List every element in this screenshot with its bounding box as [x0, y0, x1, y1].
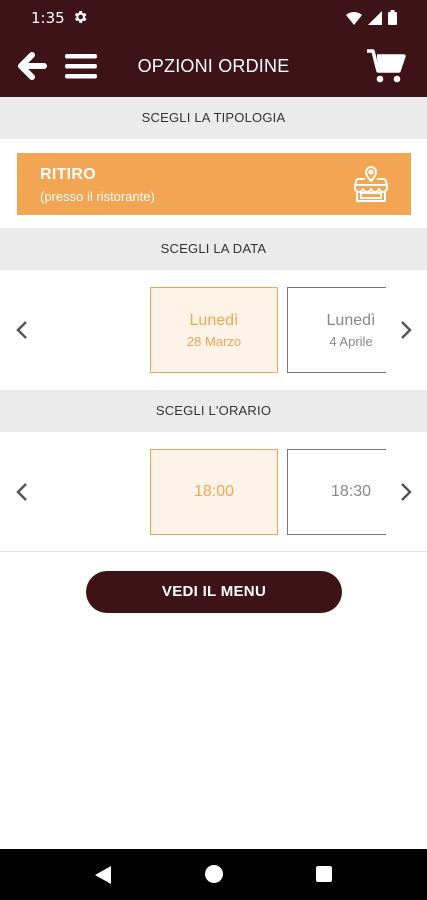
date-viewport: Lunedì 28 Marzo Lunedì 4 Aprile [150, 287, 386, 373]
time-prev-button[interactable] [10, 480, 34, 504]
order-type-title: RITIRO [40, 166, 97, 183]
date-date: 4 Aprile [329, 334, 373, 349]
system-nav-bar [0, 849, 427, 900]
wifi-icon [346, 11, 362, 25]
section-header-data: SCEGLI LA DATA [0, 228, 427, 270]
time-next-button[interactable] [394, 480, 418, 504]
signal-icon [368, 10, 382, 25]
time-carousel: 18:00 18:30 [0, 432, 427, 550]
nav-recents-icon[interactable] [316, 866, 332, 882]
hamburger-menu-icon[interactable] [63, 50, 99, 82]
app-bar: OPZIONI ORDINE [0, 36, 427, 97]
order-type-subtitle: (presso il ristorante) [40, 189, 155, 204]
time-option[interactable]: 18:30 [287, 449, 386, 535]
page-title: OPZIONI ORDINE [137, 56, 290, 76]
settings-gear-icon [74, 11, 87, 23]
chevron-right-icon [401, 483, 412, 501]
chevron-left-icon [16, 483, 27, 501]
date-option[interactable]: Lunedì 4 Aprile [287, 287, 386, 373]
view-menu-button[interactable]: VEDI IL MENU [86, 571, 342, 613]
battery-icon [388, 10, 397, 25]
chevron-right-icon [401, 321, 412, 339]
time-label: 18:30 [330, 483, 372, 500]
date-day: Lunedì [326, 312, 376, 329]
order-type-card[interactable]: RITIRO (presso il ristorante) [17, 153, 411, 215]
chevron-left-icon [16, 321, 27, 339]
status-time: 1:35 [31, 9, 65, 27]
shopping-cart-icon[interactable] [366, 48, 406, 84]
status-bar: 1:35 [0, 0, 427, 36]
date-date: 28 Marzo [186, 334, 242, 349]
time-option[interactable]: 18:00 [150, 449, 278, 535]
time-label: 18:00 [193, 483, 235, 500]
section-header-tipologia: SCEGLI LA TIPOLOGIA [0, 97, 427, 139]
section-header-orario: SCEGLI L'ORARIO [0, 390, 427, 432]
date-next-button[interactable] [394, 318, 418, 342]
nav-home-icon[interactable] [205, 865, 223, 883]
status-icons [346, 10, 397, 25]
nav-back-icon[interactable] [94, 865, 112, 885]
date-option[interactable]: Lunedì 28 Marzo [150, 287, 278, 373]
date-carousel: Lunedì 28 Marzo Lunedì 4 Aprile [0, 270, 427, 388]
date-prev-button[interactable] [10, 318, 34, 342]
date-day: Lunedì [189, 312, 239, 329]
divider [0, 551, 427, 552]
back-arrow-icon[interactable] [14, 49, 50, 83]
store-icon [354, 165, 388, 202]
time-viewport: 18:00 18:30 [150, 449, 386, 535]
